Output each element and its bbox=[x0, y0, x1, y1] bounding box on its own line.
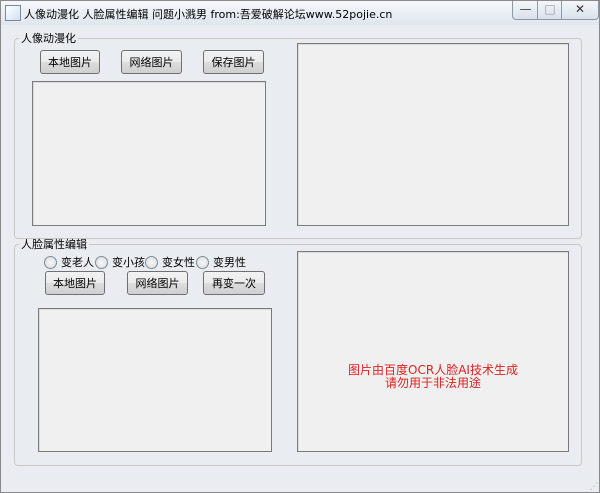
radio-male-circle[interactable] bbox=[196, 255, 209, 269]
notice-line-2: 请勿用于非法用途 bbox=[384, 376, 481, 390]
anime-network-image-button[interactable]: 网络图片 bbox=[121, 50, 182, 74]
minimize-button[interactable]: — bbox=[512, 1, 539, 20]
radio-old-circle[interactable] bbox=[44, 255, 57, 269]
face-source-picture bbox=[38, 308, 272, 452]
close-button[interactable]: ✕ bbox=[561, 1, 599, 20]
face-result-notice: 图片由百度OCR人脸AI技术生成 请勿用于非法用途 bbox=[299, 364, 567, 390]
maximize-button[interactable]: □ bbox=[537, 1, 563, 20]
app-icon bbox=[5, 5, 21, 21]
face-local-image-button[interactable]: 本地图片 bbox=[45, 271, 105, 295]
anime-group-title: 人像动漫化 bbox=[21, 32, 76, 45]
face-group-title: 人脸属性编辑 bbox=[21, 238, 87, 251]
radio-female-label: 变女性 bbox=[162, 256, 195, 269]
radio-female-circle[interactable] bbox=[145, 255, 158, 269]
radio-female[interactable]: 变女性 bbox=[145, 254, 195, 270]
face-result-picture bbox=[297, 251, 569, 452]
radio-child-circle[interactable] bbox=[95, 255, 108, 269]
radio-male[interactable]: 变男性 bbox=[196, 254, 246, 270]
radio-old-label: 变老人 bbox=[61, 256, 94, 269]
anime-result-picture bbox=[297, 43, 569, 226]
face-network-image-button[interactable]: 网络图片 bbox=[127, 271, 188, 295]
resize-grip-icon[interactable]: ⋰ bbox=[588, 481, 600, 493]
radio-male-label: 变男性 bbox=[213, 256, 246, 269]
anime-local-image-button[interactable]: 本地图片 bbox=[40, 50, 100, 74]
anime-source-picture bbox=[32, 81, 266, 226]
radio-child-label: 变小孩 bbox=[112, 256, 145, 269]
face-again-button[interactable]: 再变一次 bbox=[203, 271, 265, 295]
radio-child[interactable]: 变小孩 bbox=[95, 254, 145, 270]
anime-save-image-button[interactable]: 保存图片 bbox=[203, 50, 264, 74]
window-title: 人像动漫化 人脸属性编辑 问题小溅男 from:吾爱破解论坛www.52poji… bbox=[24, 8, 393, 21]
title-bar[interactable]: 人像动漫化 人脸属性编辑 问题小溅男 from:吾爱破解论坛www.52poji… bbox=[1, 1, 599, 25]
radio-old[interactable]: 变老人 bbox=[44, 254, 94, 270]
